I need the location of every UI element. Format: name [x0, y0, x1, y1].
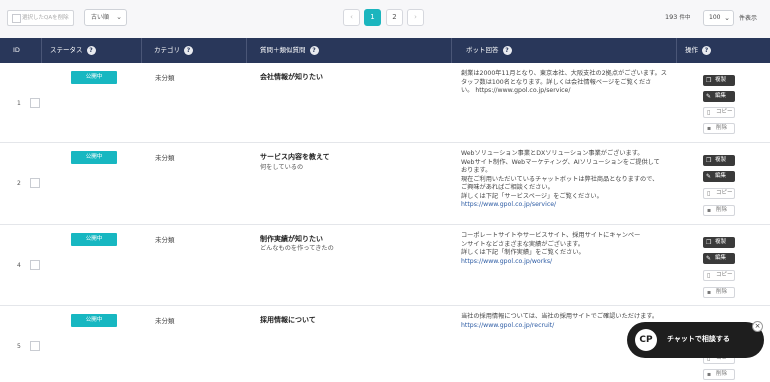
chat-logo-icon: CP: [635, 329, 657, 351]
row-id: 2: [17, 180, 21, 187]
status-badge: 公開中: [71, 151, 117, 164]
row-checkbox[interactable]: [30, 178, 40, 188]
duplicate-icon: ❐: [706, 239, 712, 246]
row-question[interactable]: 会社情報が知りたい: [260, 72, 323, 82]
trash-icon: ▪: [707, 371, 712, 378]
row-similar-question: 何をしているの: [260, 164, 304, 171]
page-1-button[interactable]: 1: [364, 9, 381, 26]
duplicate-button[interactable]: ❐ 複製: [703, 75, 735, 86]
page-2-button[interactable]: 2: [386, 9, 403, 26]
row-checkbox[interactable]: [30, 260, 40, 270]
answer-link[interactable]: https://www.gpol.co.jp/service/: [461, 201, 677, 210]
duplicate-button[interactable]: ❐ 複製: [703, 155, 735, 166]
delete-button[interactable]: ▪ 削除: [703, 369, 735, 380]
row-id: 1: [17, 100, 21, 107]
header-question: 質問＋類似質問?: [247, 38, 452, 63]
copy-button[interactable]: ▯ コピー: [703, 107, 735, 118]
header-category: カテゴリ?: [142, 38, 247, 63]
row-id: 4: [17, 262, 21, 269]
per-page-select[interactable]: 100 ⌄: [703, 10, 734, 26]
header-answer: ボット回答?: [452, 38, 677, 63]
delete-selected-checkbox[interactable]: [12, 14, 21, 23]
question-icon[interactable]: ?: [702, 45, 711, 55]
header-status: ステータス?: [42, 38, 142, 63]
document-icon: ▯: [707, 190, 711, 197]
chevron-down-icon: ⌄: [116, 13, 122, 21]
table-row: 4 公開中 未分類 制作実績が知りたい どんなものを作ってきたの コーポレートサ…: [0, 225, 770, 306]
question-icon[interactable]: ?: [309, 45, 319, 55]
delete-button[interactable]: ▪ 削除: [703, 287, 735, 298]
copy-button[interactable]: ▯ コピー: [703, 270, 735, 281]
result-count: 193 件中: [665, 13, 691, 21]
trash-icon: ▪: [707, 125, 712, 132]
row-question[interactable]: 採用情報について: [260, 315, 316, 325]
edit-button[interactable]: ✎ 編集: [703, 253, 735, 264]
table-row: 2 公開中 未分類 サービス内容を教えて 何をしているの Webソリューション事…: [0, 143, 770, 225]
delete-selected-button[interactable]: 選択したQAを削除: [7, 10, 74, 26]
per-page-value: 100: [709, 14, 721, 21]
document-icon: ▯: [707, 109, 711, 116]
row-category: 未分類: [155, 74, 175, 82]
status-badge: 公開中: [71, 71, 117, 84]
trash-icon: ▪: [707, 289, 712, 296]
chevron-down-icon: ⌄: [724, 14, 730, 22]
row-checkbox[interactable]: [30, 341, 40, 351]
row-category: 未分類: [155, 154, 175, 162]
duplicate-button[interactable]: ❐ 複製: [703, 237, 735, 248]
row-id: 5: [17, 343, 21, 350]
status-badge: 公開中: [71, 314, 117, 327]
duplicate-icon: ❐: [706, 77, 712, 84]
pencil-icon: ✎: [706, 255, 712, 262]
delete-button[interactable]: ▪ 削除: [703, 123, 735, 134]
prev-page-button[interactable]: ‹: [343, 9, 360, 26]
duplicate-icon: ❐: [706, 157, 712, 164]
question-icon[interactable]: ?: [502, 45, 512, 55]
trash-icon: ▪: [707, 207, 712, 214]
row-category: 未分類: [155, 317, 175, 325]
row-question[interactable]: サービス内容を教えて: [260, 152, 330, 162]
answer-link[interactable]: https://www.gpol.co.jp/works/: [461, 258, 677, 267]
display-label: 件表示: [739, 15, 758, 22]
edit-button[interactable]: ✎ 編集: [703, 91, 735, 102]
sort-select[interactable]: 古い順 ⌄: [84, 9, 127, 26]
row-similar-question: どんなものを作ってきたの: [260, 245, 334, 252]
next-page-button[interactable]: ›: [407, 9, 424, 26]
toolbar: 選択したQAを削除 古い順 ⌄ ‹ 1 2 › 193 件中 100 ⌄ 件表示: [0, 0, 770, 38]
delete-button[interactable]: ▪ 削除: [703, 205, 735, 216]
table-row: 1 公開中 未分類 会社情報が知りたい 創業は2000年11月となり、東京本社、…: [0, 63, 770, 143]
sort-value: 古い順: [91, 14, 110, 21]
row-answer: コーポレートサイトやサービスサイト、採用サイトにキャンペー ンサイトなどさまざま…: [461, 232, 677, 266]
pencil-icon: ✎: [706, 93, 712, 100]
question-icon[interactable]: ?: [184, 45, 193, 55]
document-icon: ▯: [707, 272, 711, 279]
table-header: ID ステータス? カテゴリ? 質問＋類似質問? ボット回答? 操作?: [0, 38, 770, 63]
chat-widget-button[interactable]: CP チャットで相談する: [627, 322, 764, 358]
pencil-icon: ✎: [706, 173, 712, 180]
chat-close-icon[interactable]: ×: [752, 321, 763, 332]
chat-label: チャットで相談する: [667, 335, 730, 343]
edit-button[interactable]: ✎ 編集: [703, 171, 735, 182]
question-icon[interactable]: ?: [86, 45, 96, 55]
row-category: 未分類: [155, 236, 175, 244]
row-answer: Webソリューション事業とDXソリューション事業がございます。 Webサイト制作…: [461, 150, 677, 210]
status-badge: 公開中: [71, 233, 117, 246]
copy-button[interactable]: ▯ コピー: [703, 188, 735, 199]
header-actions: 操作?: [677, 38, 770, 63]
row-answer: 創業は2000年11月となり、東京本社、大阪支社の2拠点がございます。ス タッフ…: [461, 70, 667, 94]
header-id: ID: [0, 38, 42, 63]
row-checkbox[interactable]: [30, 98, 40, 108]
